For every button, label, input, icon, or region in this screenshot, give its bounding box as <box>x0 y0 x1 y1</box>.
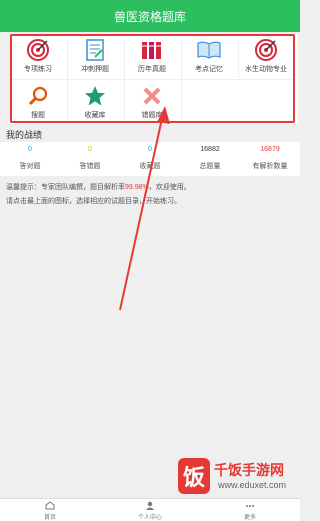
menu-aquatic-animal[interactable]: 水生动物专业 <box>239 34 293 78</box>
user-icon <box>146 501 154 510</box>
document-edit-icon <box>86 37 104 63</box>
stat-favorites: 0 收藏题 <box>120 146 180 171</box>
stats-panel: 0 答对题 0 答错题 0 收藏题 16882 总题量 16879 有解析数量 <box>0 142 300 176</box>
menu-key-points[interactable]: 考点记忆 <box>182 34 236 78</box>
menu-sprint-questions[interactable]: 冲刺押题 <box>68 34 122 78</box>
stat-label: 答错题 <box>79 163 101 170</box>
stat-value: 0 <box>88 146 92 153</box>
tab-home[interactable]: 首页 <box>25 501 75 521</box>
cross-icon <box>142 83 162 109</box>
stat-label: 收藏题 <box>139 163 161 170</box>
search-icon <box>28 83 48 109</box>
menu-search[interactable]: 搜题 <box>11 80 65 124</box>
analysis-rate: 99.98% <box>125 184 149 191</box>
stat-total: 16882 总题量 <box>180 146 240 171</box>
menu-special-practice[interactable]: 专项练习 <box>11 34 65 78</box>
stat-value: 16882 <box>200 146 220 153</box>
menu-wrong-questions[interactable]: 错题库 <box>125 80 179 124</box>
app-header: 兽医资格题库 <box>0 0 300 32</box>
stat-wrong: 0 答错题 <box>60 146 120 171</box>
more-icon <box>246 505 254 507</box>
star-icon <box>84 83 106 109</box>
record-title: 我的战绩 <box>6 130 43 140</box>
watermark: 饭 千饭手游网 www.eduxet.com <box>178 456 300 500</box>
stat-value: 16879 <box>260 146 280 153</box>
books-icon <box>141 37 163 63</box>
tip-text: 温馨提示：专家团队编撰，题目解析率99.98%，欢迎使用。 请点击最上面的图标，… <box>6 184 191 205</box>
home-icon <box>45 501 55 510</box>
watermark-logo: 饭 <box>178 458 210 494</box>
menu-favorites[interactable]: 收藏库 <box>68 80 122 124</box>
bottom-nav: 首页 个人中心 更多 <box>0 498 300 521</box>
menu-grid: 专项练习 冲刺押题 历年真题 考点记忆 水生动物专业 搜题 收藏库 错题库 <box>10 34 298 124</box>
stat-correct: 0 答对题 <box>0 146 60 171</box>
target-icon <box>255 37 277 63</box>
watermark-text: 千饭手游网 <box>214 462 284 478</box>
tab-profile[interactable]: 个人中心 <box>125 501 175 521</box>
menu-past-exams[interactable]: 历年真题 <box>125 34 179 78</box>
stat-value: 0 <box>148 146 152 153</box>
stat-label: 有解析数量 <box>252 163 288 170</box>
app-title: 兽医资格题库 <box>113 9 186 24</box>
watermark-url: www.eduxet.com <box>218 480 287 490</box>
target-icon <box>27 37 49 63</box>
stat-label: 答对题 <box>19 163 41 170</box>
stat-analysis: 16879 有解析数量 <box>240 146 300 171</box>
stat-value: 0 <box>28 146 32 153</box>
tab-more[interactable]: 更多 <box>225 501 275 521</box>
stat-label: 总题量 <box>199 163 221 170</box>
open-book-icon <box>197 37 221 63</box>
